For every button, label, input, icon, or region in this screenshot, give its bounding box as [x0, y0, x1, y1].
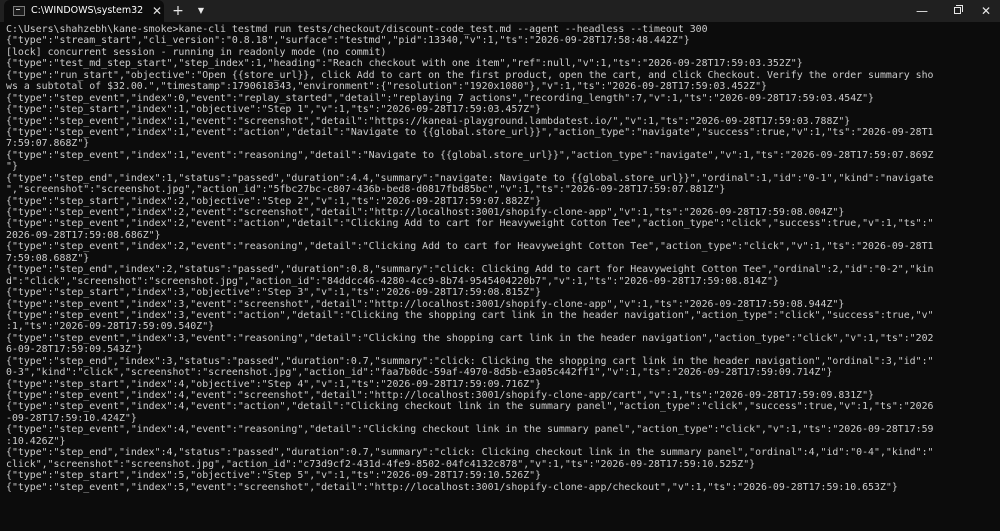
terminal-line: {"type":"step_event","index":4,"event":"…	[6, 390, 875, 401]
terminal-line: :1,"ts":"2026-09-28T17:59:09.540Z"}	[6, 321, 215, 333]
terminal-line: 0-3","kind":"click","screenshot":"screen…	[6, 367, 833, 379]
terminal-line: {"type":"step_end","index":2,"status":"p…	[6, 264, 934, 276]
terminal-line: C:\Users\shahzebh\kane-smoke>kane-cli te…	[6, 24, 708, 35]
minimize-button[interactable]: —	[912, 3, 932, 19]
close-window-button[interactable]: ✕	[976, 3, 996, 19]
terminal-line: {"type":"step_end","index":1,"status":"p…	[6, 172, 934, 184]
terminal-line: "}	[6, 161, 18, 173]
maximize-button[interactable]	[948, 3, 968, 19]
terminal-line: {"type":"step_event","index":1,"event":"…	[6, 149, 934, 161]
terminal-line: {"type":"step_event","index":2,"event":"…	[6, 241, 934, 253]
terminal-line: {"type":"step_event","index":1,"event":"…	[6, 115, 851, 127]
terminal-line: {"type":"step_event","index":5,"event":"…	[6, 481, 898, 493]
tab-close-icon[interactable]: ✕	[151, 4, 163, 18]
terminal-line: {"type":"step_event","index":4,"event":"…	[6, 424, 934, 436]
title-bar: C:\WINDOWS\system32\cmd. ✕ + ▼ — ✕	[0, 0, 1000, 22]
terminal-window: C:\WINDOWS\system32\cmd. ✕ + ▼ — ✕ C:\Us…	[0, 0, 1000, 531]
terminal-output[interactable]: C:\Users\shahzebh\kane-smoke>kane-cli te…	[6, 24, 996, 529]
new-tab-button[interactable]: +	[170, 3, 186, 19]
terminal-line: {"type":"step_event","index":3,"event":"…	[6, 309, 934, 321]
terminal-line: {"type":"step_event","index":2,"event":"…	[6, 207, 845, 218]
cmd-icon	[13, 6, 25, 16]
terminal-line: {"type":"step_end","index":4,"status":"p…	[6, 447, 934, 459]
terminal-tab[interactable]: C:\WINDOWS\system32\cmd. ✕	[4, 0, 164, 22]
restore-icon-front	[954, 7, 961, 14]
terminal-line: ws a subtotal of $32.00.","timestamp":17…	[6, 81, 767, 93]
terminal-line: {"type":"step_event","index":2,"event":"…	[6, 218, 934, 230]
terminal-line: 2026-09-28T17:59:08.686Z"}	[6, 229, 161, 241]
terminal-line: d":"click","screenshot":"screenshot.jpg"…	[6, 275, 779, 287]
terminal-line: ","screenshot":"screenshot.jpg","action_…	[6, 184, 726, 196]
terminal-line: {"type":"step_event","index":4,"event":"…	[6, 401, 934, 413]
terminal-line: {"type":"test_md_step_start","step_index…	[6, 58, 803, 70]
chevron-down-icon[interactable]: ▼	[194, 3, 208, 19]
terminal-line: -09-28T17:59:10.424Z"}	[6, 412, 137, 424]
terminal-line: {"type":"step_end","index":3,"status":"p…	[6, 355, 934, 367]
tab-title: C:\WINDOWS\system32\cmd.	[31, 5, 143, 16]
terminal-line: {"type":"step_event","index":3,"event":"…	[6, 298, 845, 310]
terminal-line: {"type":"stream_start","cli_version":"0.…	[6, 35, 690, 47]
terminal-line: {"type":"step_start","index":1,"objectiv…	[6, 104, 542, 116]
terminal-line: {"type":"run_start","objective":"Open {{…	[6, 69, 934, 81]
terminal-line: 6-09-28T17:59:09.543Z"}	[6, 344, 143, 356]
terminal-line: 7:59:08.688Z"}	[6, 252, 90, 264]
terminal-line: {"type":"step_start","index":5,"objectiv…	[6, 470, 542, 482]
terminal-line: {"type":"step_event","index":0,"event":"…	[6, 92, 875, 104]
terminal-line: {"type":"step_start","index":4,"objectiv…	[6, 378, 542, 390]
terminal-line: {"type":"step_start","index":2,"objectiv…	[6, 195, 542, 207]
terminal-line: {"type":"step_start","index":3,"objectiv…	[6, 287, 542, 299]
terminal-line: {"type":"step_event","index":3,"event":"…	[6, 332, 934, 344]
terminal-line: :10.426Z"}	[6, 435, 66, 447]
terminal-line: [lock] concurrent session - running in r…	[6, 46, 387, 58]
terminal-line: {"type":"step_event","index":1,"event":"…	[6, 126, 934, 138]
terminal-line: 7:59:07.868Z"}	[6, 138, 90, 150]
terminal-line: click","screenshot":"screenshot.jpg","ac…	[6, 458, 756, 470]
